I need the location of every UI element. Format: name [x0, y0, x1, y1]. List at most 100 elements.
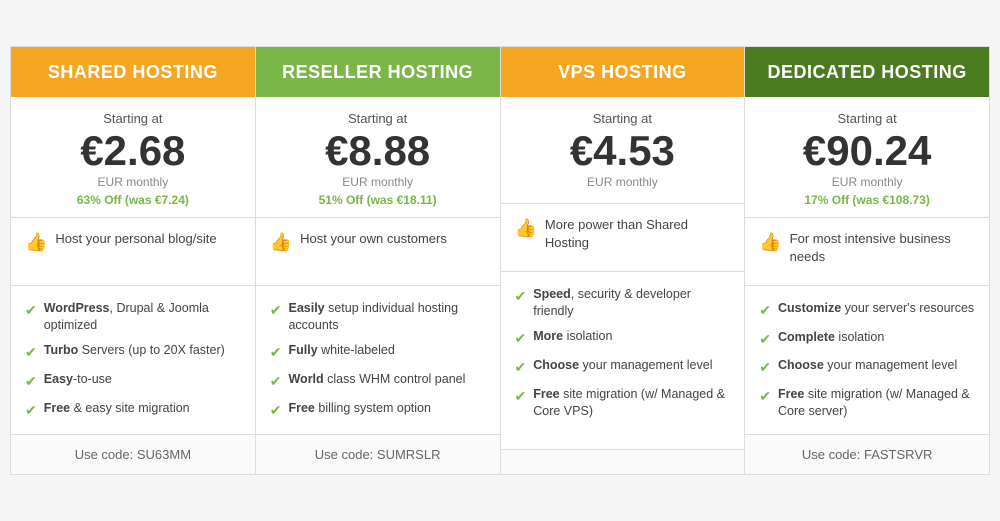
- feature-text: World class WHM control panel: [288, 371, 465, 388]
- feature-text: Free site migration (w/ Managed & Core s…: [778, 386, 975, 420]
- checkmark-icon: ✔: [270, 372, 282, 391]
- feature-text: Choose your management level: [533, 357, 712, 374]
- checkmark-icon: ✔: [270, 343, 282, 362]
- vps-header: VPS HOSTING: [501, 47, 745, 98]
- checkmark-icon: ✔: [515, 358, 527, 377]
- feature-text: Complete isolation: [778, 329, 884, 346]
- checkmark-icon: ✔: [759, 358, 771, 377]
- feature-item: ✔ Free billing system option: [270, 400, 486, 420]
- plan-dedicated: DEDICATED HOSTING Starting at €90.24EUR mo…: [745, 47, 989, 474]
- shared-features: ✔ WordPress, Drupal & Joomla optimized ✔ Tu…: [11, 286, 255, 435]
- discount-badge: 17% Off (was €108.73): [755, 193, 979, 207]
- feature-bold-text: Free: [44, 401, 70, 415]
- reseller-footer: Use code: SUMRSLR: [256, 435, 500, 474]
- pricing-table: SHARED HOSTINGStarting at€2.68EUR monthl…: [10, 46, 990, 475]
- highlight-text: For most intensive business needs: [790, 230, 975, 266]
- feature-item: ✔ Fully white-labeled: [270, 342, 486, 362]
- feature-bold-text: WordPress: [44, 301, 110, 315]
- thumbs-up-icon: 👍: [25, 232, 47, 253]
- feature-item: ✔Turbo Servers (up to 20X faster): [25, 342, 241, 362]
- shared-pricing: Starting at €2.68EUR monthly 63% Off (was …: [11, 97, 255, 217]
- feature-item: ✔ Easy-to-use: [25, 371, 241, 391]
- feature-item: ✔Free site migration (w/ Managed & Core …: [759, 386, 975, 420]
- feature-bold-text: Turbo: [44, 343, 78, 357]
- feature-text: Easy-to-use: [44, 371, 112, 388]
- feature-item: ✔ Free site migration (w/ Managed & Core …: [515, 386, 731, 420]
- feature-text: Speed, security & developer friendly: [533, 286, 730, 320]
- feature-item: ✔ WordPress, Drupal & Joomla optimized: [25, 300, 241, 334]
- dedicated-features: ✔Customize your server's resources✔Compl…: [745, 286, 989, 435]
- checkmark-icon: ✔: [25, 343, 37, 362]
- feature-item: ✔Free & easy site migration: [25, 400, 241, 420]
- reseller-highlight: 👍 Host your own customers: [256, 218, 500, 286]
- vps-pricing: Starting at €4.53EUR monthly: [501, 97, 745, 203]
- feature-bold-text: Speed: [533, 287, 571, 301]
- shared-header: SHARED HOSTING: [11, 47, 255, 98]
- vps-features: ✔ Speed, security & developer friendly ✔ Mo…: [501, 272, 745, 450]
- reseller-header: RESELLER HOSTING: [256, 47, 500, 98]
- feature-bold-text: Customize: [778, 301, 841, 315]
- checkmark-icon: ✔: [25, 401, 37, 420]
- feature-text: More isolation: [533, 328, 612, 345]
- checkmark-icon: ✔: [515, 329, 527, 348]
- feature-bold-text: Free: [288, 401, 314, 415]
- eur-monthly-label: EUR monthly: [511, 175, 735, 189]
- feature-bold-text: Easy: [44, 372, 73, 386]
- plan-reseller: RESELLER HOSTINGStarting at€8.88EUR mont…: [256, 47, 501, 474]
- highlight-text: Host your personal blog/site: [55, 230, 216, 248]
- feature-text: WordPress, Drupal & Joomla optimized: [44, 300, 241, 334]
- checkmark-icon: ✔: [515, 287, 527, 306]
- thumbs-up-icon: 👍: [270, 232, 292, 253]
- price-value: €2.68: [21, 128, 245, 174]
- checkmark-icon: ✔: [270, 301, 282, 320]
- feature-text: Free site migration (w/ Managed & Core V…: [533, 386, 730, 420]
- feature-item: ✔ More isolation: [515, 328, 731, 348]
- feature-bold-text: More: [533, 329, 563, 343]
- starting-at-label: Starting at: [511, 111, 735, 126]
- starting-at-label: Starting at: [21, 111, 245, 126]
- feature-item: ✔Customize your server's resources: [759, 300, 975, 320]
- dedicated-highlight: 👍 For most intensive business needs: [745, 218, 989, 286]
- checkmark-icon: ✔: [759, 330, 771, 349]
- price-value: €90.24: [755, 128, 979, 174]
- feature-bold-text: Free: [533, 387, 559, 401]
- feature-bold-text: World: [288, 372, 323, 386]
- feature-text: Choose your management level: [778, 357, 957, 374]
- shared-highlight: 👍 Host your personal blog/site: [11, 218, 255, 286]
- thumbs-up-icon: 👍: [759, 232, 781, 253]
- checkmark-icon: ✔: [515, 387, 527, 406]
- eur-monthly-label: EUR monthly: [755, 175, 979, 189]
- shared-footer: Use code: SU63MM: [11, 435, 255, 474]
- feature-bold-text: Choose: [533, 358, 579, 372]
- feature-item: ✔ Complete isolation: [759, 329, 975, 349]
- reseller-features: ✔ Easily setup individual hosting account…: [256, 286, 500, 435]
- discount-badge: 51% Off (was €18.11): [266, 193, 490, 207]
- discount-badge: 63% Off (was €7.24): [21, 193, 245, 207]
- highlight-text: Host your own customers: [300, 230, 447, 248]
- feature-item: ✔ Choose your management level: [759, 357, 975, 377]
- price-value: €4.53: [511, 128, 735, 174]
- feature-text: Fully white-labeled: [288, 342, 394, 359]
- starting-at-label: Starting at: [755, 111, 979, 126]
- eur-monthly-label: EUR monthly: [21, 175, 245, 189]
- feature-bold-text: Fully: [288, 343, 317, 357]
- dedicated-header: DEDICATED HOSTING: [745, 47, 989, 98]
- checkmark-icon: ✔: [25, 301, 37, 320]
- reseller-pricing: Starting at€8.88EUR monthly51% Off (was …: [256, 97, 500, 217]
- feature-bold-text: Choose: [778, 358, 824, 372]
- checkmark-icon: ✔: [25, 372, 37, 391]
- feature-bold-text: Complete: [778, 330, 835, 344]
- feature-bold-text: Easily: [288, 301, 324, 315]
- dedicated-footer: Use code: FASTSRVR: [745, 435, 989, 474]
- feature-text: Free billing system option: [288, 400, 430, 417]
- vps-footer: [501, 450, 745, 474]
- thumbs-up-icon: 👍: [515, 218, 537, 239]
- feature-item: ✔ Easily setup individual hosting account…: [270, 300, 486, 334]
- eur-monthly-label: EUR monthly: [266, 175, 490, 189]
- feature-item: ✔ Speed, security & developer friendly: [515, 286, 731, 320]
- checkmark-icon: ✔: [270, 401, 282, 420]
- feature-text: Customize your server's resources: [778, 300, 974, 317]
- feature-item: ✔ Choose your management level: [515, 357, 731, 377]
- feature-text: Easily setup individual hosting accounts: [288, 300, 485, 334]
- plan-shared: SHARED HOSTING Starting at €2.68EUR monthl…: [11, 47, 256, 474]
